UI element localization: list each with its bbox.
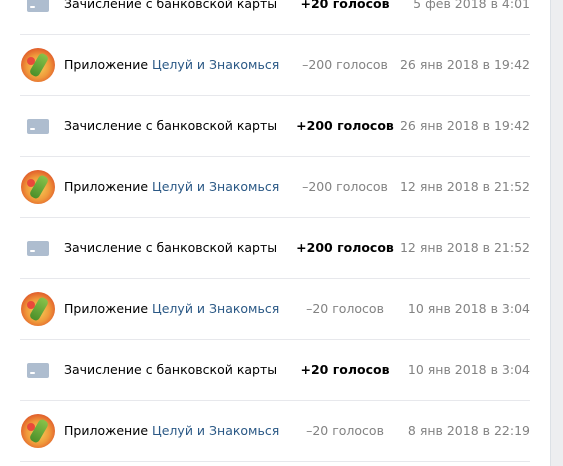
transaction-description: Приложение Целуй и Знакомься — [64, 401, 279, 461]
transaction-date: 26 янв 2018 в 19:42 — [399, 57, 530, 72]
app-link[interactable]: Целуй и Знакомься — [152, 301, 279, 316]
app-icon — [21, 48, 55, 82]
transaction-description: Приложение Целуй и Знакомься — [64, 157, 279, 217]
transaction-row: Приложение Целуй и Знакомься –20 голосов 1… — [20, 279, 530, 340]
transaction-description: Зачисление с банковской карты — [64, 218, 277, 278]
transaction-date: 12 янв 2018 в 21:52 — [399, 179, 530, 194]
transaction-description: Приложение Целуй и Знакомься — [64, 279, 279, 339]
card-icon-wrap — [20, 230, 56, 266]
transaction-prefix: Приложение — [64, 179, 149, 194]
transaction-row: Приложение Целуй и Знакомься –20 голосов 8… — [20, 401, 530, 462]
transaction-prefix: Приложение — [64, 57, 149, 72]
transaction-date: 8 янв 2018 в 22:19 — [407, 423, 530, 438]
app-link[interactable]: Целуй и Знакомься — [152, 57, 279, 72]
transaction-description: Зачисление с банковской карты — [64, 340, 277, 400]
transaction-description: Зачисление с банковской карты — [64, 96, 277, 156]
transaction-date: 26 янв 2018 в 19:42 — [399, 118, 530, 133]
transaction-row: Приложение Целуй и Знакомься –200 голосов… — [20, 157, 530, 218]
app-link[interactable]: Целуй и Знакомься — [152, 423, 279, 438]
transaction-row: Зачисление с банковской карты +20 голосов… — [20, 0, 530, 35]
transaction-date: 12 янв 2018 в 21:52 — [399, 240, 530, 255]
transaction-description: Приложение Целуй и Знакомься — [64, 35, 279, 95]
app-icon — [21, 414, 55, 448]
transaction-prefix: Приложение — [64, 301, 149, 316]
transaction-amount: +20 голосов — [300, 0, 390, 11]
transaction-row: Зачисление с банковской карты +200 голосо… — [20, 218, 530, 279]
card-icon-wrap — [20, 0, 56, 22]
card-icon — [27, 0, 49, 12]
transaction-prefix: Зачисление с банковской карты — [64, 240, 278, 255]
card-icon — [27, 362, 49, 378]
app-icon — [21, 292, 55, 326]
transaction-row: Зачисление с банковской карты +200 голосо… — [20, 96, 530, 157]
transaction-row: Приложение Целуй и Знакомься –200 голосов… — [20, 35, 530, 96]
transaction-amount: +200 голосов — [296, 118, 394, 133]
transaction-amount: –20 голосов — [306, 423, 384, 438]
transaction-list: Зачисление с банковской карты +20 голосов… — [0, 0, 550, 462]
app-link[interactable]: Целуй и Знакомься — [152, 179, 279, 194]
transaction-date: 10 янв 2018 в 3:04 — [407, 301, 530, 316]
transaction-prefix: Зачисление с банковской карты — [64, 362, 278, 377]
card-icon — [27, 240, 49, 256]
transaction-description: Зачисление с банковской карты — [64, 0, 277, 34]
transaction-prefix: Зачисление с банковской карты — [64, 0, 278, 11]
transaction-amount: –20 голосов — [306, 301, 384, 316]
transaction-row: Зачисление с банковской карты +20 голосов… — [20, 340, 530, 401]
transaction-prefix: Зачисление с банковской карты — [64, 118, 278, 133]
app-avatar[interactable] — [20, 47, 56, 83]
card-icon-wrap — [20, 108, 56, 144]
card-icon — [27, 118, 49, 134]
transaction-prefix: Приложение — [64, 423, 149, 438]
card-icon-wrap — [20, 352, 56, 388]
app-avatar[interactable] — [20, 291, 56, 327]
app-avatar[interactable] — [20, 169, 56, 205]
votes-history-panel: Зачисление с банковской карты +20 голосов… — [0, 0, 551, 466]
transaction-amount: –200 голосов — [302, 179, 388, 194]
app-icon — [21, 170, 55, 204]
transaction-amount: +20 голосов — [300, 362, 390, 377]
transaction-amount: –200 голосов — [302, 57, 388, 72]
transaction-date: 5 фев 2018 в 4:01 — [413, 0, 530, 11]
transaction-date: 10 янв 2018 в 3:04 — [407, 362, 530, 377]
app-avatar[interactable] — [20, 413, 56, 449]
transaction-amount: +200 голосов — [296, 240, 394, 255]
